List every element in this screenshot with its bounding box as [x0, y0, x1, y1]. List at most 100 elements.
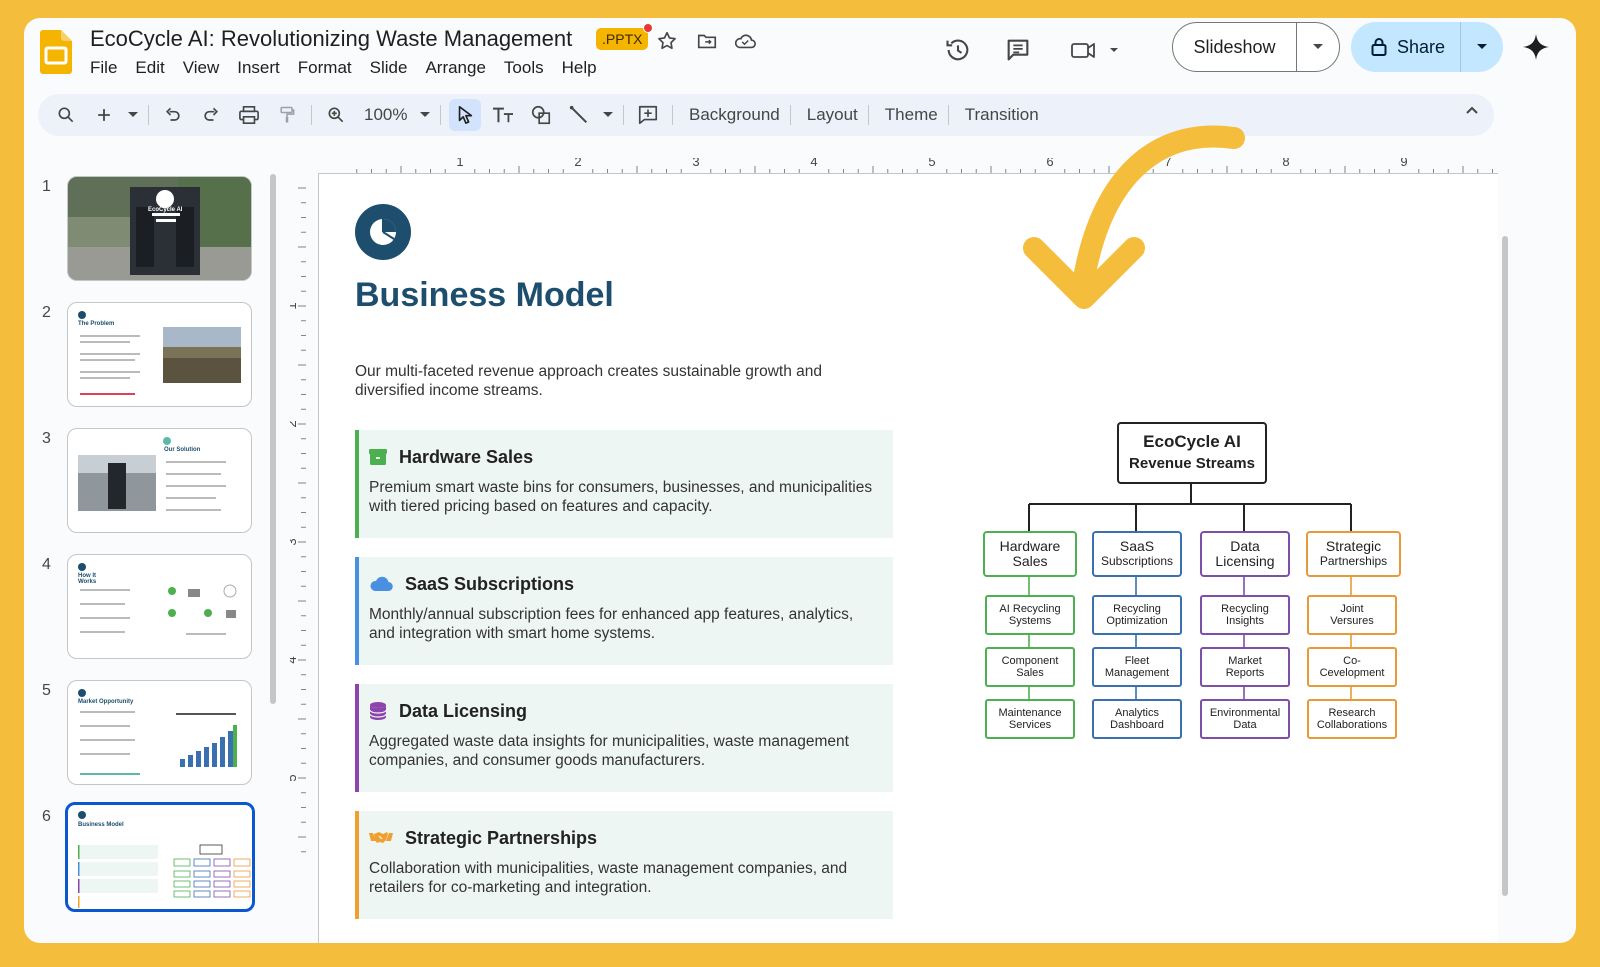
org-branch-line1: Data — [1230, 538, 1260, 554]
document-title[interactable]: EcoCycle AI: Revolutionizing Waste Manag… — [90, 26, 572, 52]
toolbar: 100% Background Layout Theme Transition — [38, 94, 1494, 136]
org-root-node[interactable]: EcoCycle AI Revenue Streams — [1117, 422, 1267, 484]
org-leaf-line2: Services — [1008, 719, 1052, 731]
select-cursor-icon[interactable] — [449, 99, 481, 131]
org-leaf[interactable]: Maintenance Services — [985, 699, 1075, 739]
menu-arrange[interactable]: Arrange — [416, 56, 494, 80]
org-leaf-line2: Collaborations — [1316, 719, 1388, 731]
slides-logo-icon[interactable] — [40, 30, 72, 74]
slide-number: 5 — [42, 682, 51, 699]
cloud-icon — [370, 576, 393, 592]
revenue-card-saas-subscriptions[interactable]: SaaS Subscriptions Monthly/annual subscr… — [355, 557, 893, 665]
menu-format[interactable]: Format — [289, 56, 361, 80]
line-chevron-icon[interactable] — [601, 99, 615, 131]
redo-icon[interactable] — [195, 99, 227, 131]
ruler-label: 2 — [290, 420, 299, 427]
org-leaf[interactable]: Fleet Management — [1092, 647, 1182, 687]
org-leaf[interactable]: AI Recycling Systems — [985, 595, 1075, 635]
org-leaf-line1: Joint — [1340, 603, 1364, 615]
file-format-badge[interactable]: .PPTX — [596, 23, 654, 50]
layout-button[interactable]: Layout — [799, 105, 866, 125]
ruler-label: 3 — [290, 538, 299, 545]
move-to-folder-icon[interactable] — [694, 28, 720, 54]
horizontal-ruler[interactable]: 123456789 — [318, 158, 1498, 174]
menu-edit[interactable]: Edit — [126, 56, 173, 80]
vertical-ruler[interactable]: 1 2 3 4 5 — [290, 178, 306, 858]
meet-video-icon[interactable] — [1066, 32, 1126, 68]
new-slide-plus-icon[interactable] — [88, 99, 120, 131]
undo-icon[interactable] — [157, 99, 189, 131]
org-leaf-line2: Management — [1104, 667, 1170, 679]
toolbar-divider — [148, 105, 149, 125]
org-leaf-line2: Systems — [1008, 615, 1052, 627]
zoom-icon[interactable] — [320, 99, 352, 131]
org-branch-hardware-sales[interactable]: Hardware Sales — [983, 531, 1077, 577]
zoom-level[interactable]: 100% — [358, 105, 418, 125]
line-tool-icon[interactable] — [563, 99, 595, 131]
slide-canvas[interactable]: Business Model Our multi-faceted revenue… — [318, 173, 1498, 943]
revenue-card-data-licensing[interactable]: Data Licensing Aggregated waste data ins… — [355, 684, 893, 792]
collapse-toolbar-chevron-up-icon[interactable] — [1464, 102, 1480, 123]
org-leaf[interactable]: Recycling Optimization — [1092, 595, 1182, 635]
slide-intro-text[interactable]: Our multi-faceted revenue approach creat… — [355, 362, 885, 400]
share-button[interactable]: Share — [1351, 22, 1503, 72]
org-branch-data-licensing[interactable]: Data Licensing — [1200, 531, 1290, 577]
org-leaf[interactable]: Co- Cevelopment — [1307, 647, 1397, 687]
menu-view[interactable]: View — [174, 56, 229, 80]
print-icon[interactable] — [233, 99, 265, 131]
cloud-saved-icon[interactable] — [732, 28, 758, 54]
org-branch-line1: SaaS — [1119, 538, 1155, 554]
slide-thumbnail-2[interactable]: The Problem — [67, 302, 252, 407]
toolbar-divider — [867, 105, 869, 125]
gemini-sparkle-icon[interactable] — [1521, 32, 1551, 62]
search-menus-icon[interactable] — [50, 99, 82, 131]
text-box-icon[interactable] — [487, 99, 519, 131]
org-leaf-line1: Maintenance — [998, 707, 1062, 719]
chevron-down-icon[interactable] — [1297, 43, 1339, 51]
slide-thumbnail-6[interactable]: Business Model — [65, 802, 255, 912]
org-leaf[interactable]: Environmental Data — [1200, 699, 1290, 739]
menu-bar: File Edit View Insert Format Slide Arran… — [90, 56, 606, 80]
toolbar-divider — [440, 105, 441, 125]
canvas-scrollbar[interactable] — [1502, 236, 1508, 896]
ruler-label: 1 — [290, 302, 299, 309]
zoom-chevron-icon[interactable] — [418, 99, 432, 131]
slide-thumbnail-4[interactable]: How It Works — [67, 554, 252, 659]
slideshow-button[interactable]: Slideshow — [1172, 22, 1340, 72]
toolbar-divider — [311, 105, 312, 125]
org-branch-saas-subscriptions[interactable]: SaaS Subscriptions — [1092, 531, 1182, 577]
add-comment-icon[interactable] — [632, 99, 664, 131]
theme-button[interactable]: Theme — [877, 105, 946, 125]
org-leaf[interactable]: Research Collaborations — [1307, 699, 1397, 739]
org-leaf[interactable]: Joint Versures — [1307, 595, 1397, 635]
org-leaf-line1: Recycling — [1221, 603, 1269, 615]
slide-title[interactable]: Business Model — [355, 276, 614, 315]
org-branch-strategic-partnerships[interactable]: Strategic Partnerships — [1306, 531, 1401, 577]
slide-thumbnail-1[interactable]: EcoCycle AI — [67, 176, 252, 281]
menu-help[interactable]: Help — [553, 56, 606, 80]
slide-thumbnail-5[interactable]: Market Opportunity — [67, 680, 252, 785]
org-leaf[interactable]: Component Sales — [985, 647, 1075, 687]
slide-thumb-title: How It Works — [78, 573, 97, 585]
org-leaf[interactable]: Market Reports — [1200, 647, 1290, 687]
version-history-icon[interactable] — [940, 32, 976, 68]
comments-icon[interactable] — [1000, 32, 1036, 68]
slide-thumbnail-3[interactable]: Our Solution — [67, 428, 252, 533]
new-slide-layout-chevron-icon[interactable] — [126, 99, 140, 131]
background-button[interactable]: Background — [681, 105, 788, 125]
paint-format-icon[interactable] — [271, 99, 303, 131]
shape-icon[interactable] — [525, 99, 557, 131]
filmstrip-scrollbar[interactable] — [270, 174, 276, 704]
org-leaf-line2: Dashboard — [1110, 719, 1164, 731]
menu-insert[interactable]: Insert — [228, 56, 289, 80]
pie-chart-icon — [355, 204, 411, 260]
revenue-card-hardware-sales[interactable]: Hardware Sales Premium smart waste bins … — [355, 430, 893, 538]
menu-slide[interactable]: Slide — [361, 56, 417, 80]
star-icon[interactable] — [654, 28, 680, 54]
menu-file[interactable]: File — [90, 56, 126, 80]
share-options-chevron-icon[interactable] — [1461, 43, 1503, 51]
revenue-card-strategic-partnerships[interactable]: Strategic Partnerships Collaboration wit… — [355, 811, 893, 919]
org-leaf[interactable]: Recycling Insights — [1200, 595, 1290, 635]
org-leaf[interactable]: Analytics Dashboard — [1092, 699, 1182, 739]
menu-tools[interactable]: Tools — [495, 56, 553, 80]
